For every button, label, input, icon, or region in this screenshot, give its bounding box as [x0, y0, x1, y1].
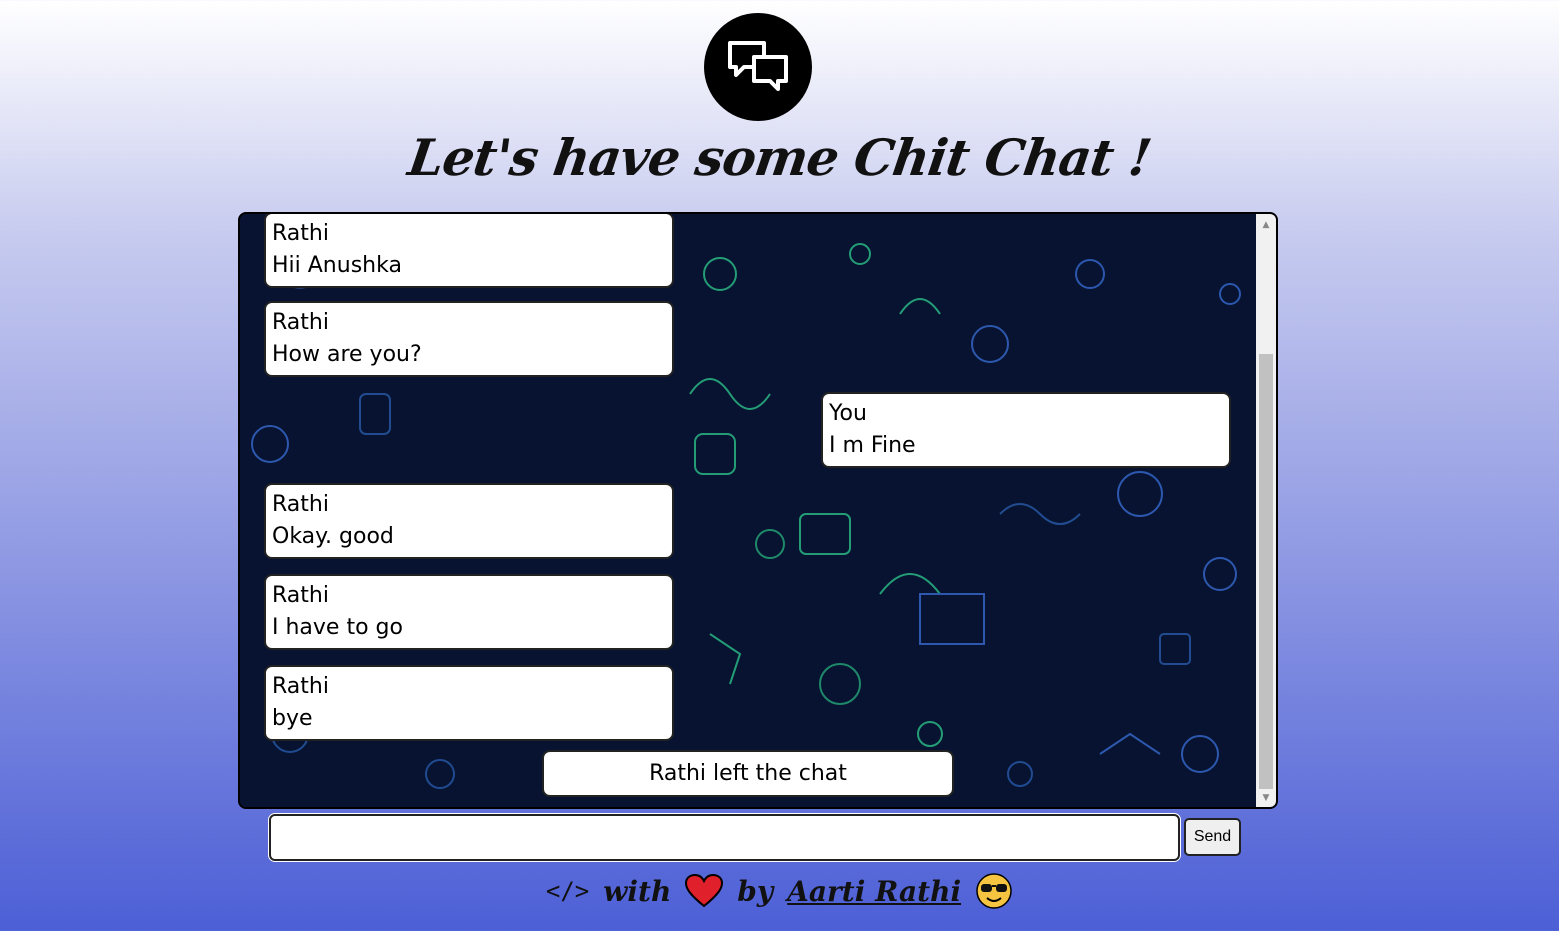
- chat-scrollbar[interactable]: ▲ ▼: [1256, 214, 1276, 807]
- message-text: I m Fine: [829, 433, 916, 458]
- author-name: Aarti Rathi: [787, 874, 962, 908]
- heart-icon: [685, 874, 724, 908]
- footer-by: by: [737, 874, 774, 908]
- message-text: Okay. good: [272, 524, 394, 549]
- scroll-up-arrow-icon[interactable]: ▲: [1256, 216, 1276, 234]
- message-bubble: Rathi How are you?: [264, 301, 674, 377]
- page-title: Let's have some Chit Chat !: [404, 128, 1155, 187]
- message-bubble: Rathi Hii Anushka: [264, 214, 674, 288]
- footer-credit: </> with by Aarti Rathi: [0, 866, 1559, 916]
- message-bubble: Rathi I have to go: [264, 574, 674, 650]
- message-sender: Rathi: [272, 674, 329, 699]
- scrollbar-thumb[interactable]: [1259, 354, 1273, 789]
- message-sender: Rathi: [272, 583, 329, 608]
- message-sender: Rathi: [272, 492, 329, 517]
- message-text: bye: [272, 706, 313, 731]
- message-sender: Rathi: [272, 221, 329, 246]
- sunglasses-face-icon: [976, 873, 1012, 909]
- code-symbol: </>: [545, 877, 590, 905]
- message-text: I have to go: [272, 615, 403, 640]
- footer-with: with: [603, 874, 672, 908]
- message-text: How are you?: [272, 342, 422, 367]
- message-input[interactable]: [269, 814, 1180, 861]
- send-button[interactable]: Send: [1184, 818, 1241, 856]
- chat-bubbles-icon: [728, 41, 788, 91]
- message-list: Rathi Hii Anushka Rathi How are you? You…: [240, 214, 1258, 807]
- message-text: Hii Anushka: [272, 253, 402, 278]
- scroll-down-arrow-icon[interactable]: ▼: [1256, 789, 1276, 807]
- message-bubble-own: You I m Fine: [821, 392, 1231, 468]
- app-logo: [704, 13, 812, 121]
- message-sender: Rathi: [272, 310, 329, 335]
- message-bubble: Rathi bye: [264, 665, 674, 741]
- chat-window: Rathi Hii Anushka Rathi How are you? You…: [238, 212, 1278, 809]
- message-bubble: Rathi Okay. good: [264, 483, 674, 559]
- system-notice: Rathi left the chat: [542, 750, 954, 797]
- message-sender: You: [829, 401, 867, 426]
